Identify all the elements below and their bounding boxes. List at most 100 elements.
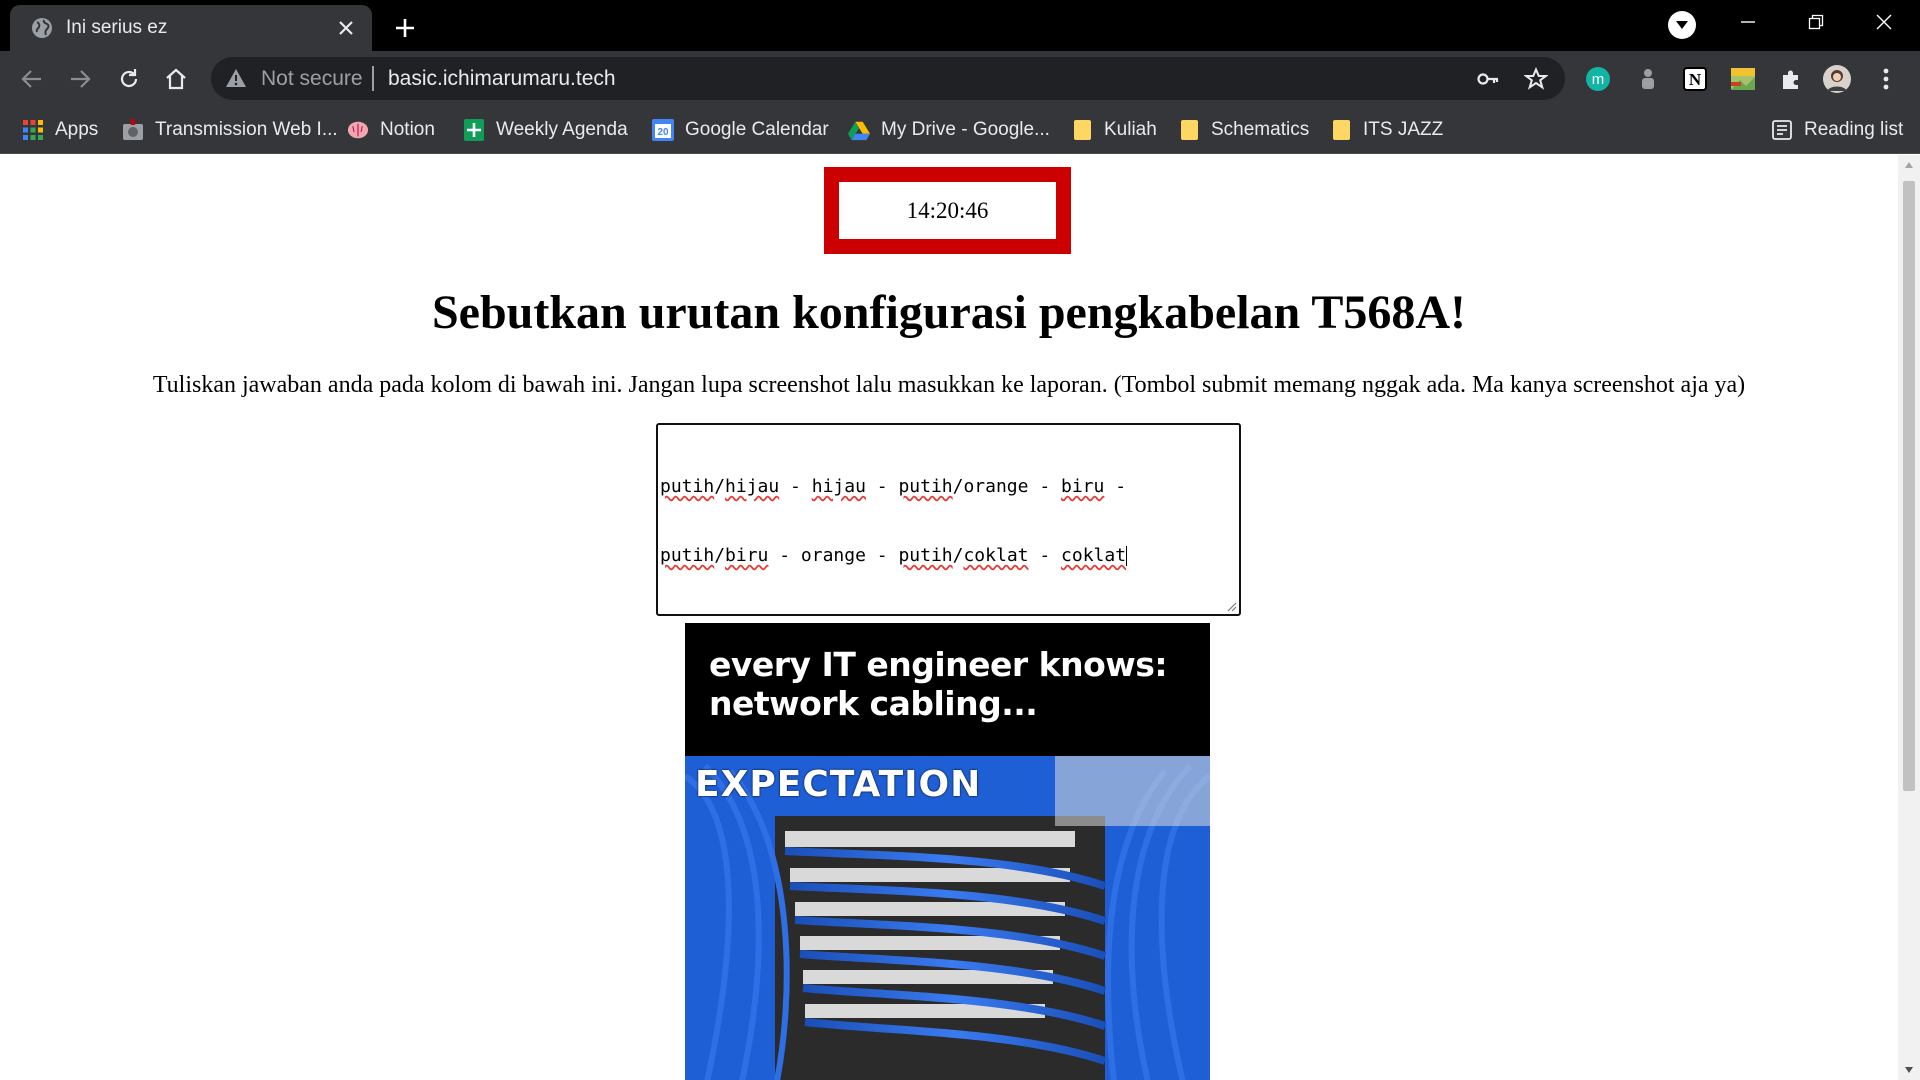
extension-m-icon: m <box>1586 67 1610 91</box>
reading-list-label: Reading list <box>1804 119 1904 140</box>
restore-button[interactable] <box>1782 0 1850 44</box>
bookmark-folder-its-jazz[interactable]: ITS JAZZ <box>1330 116 1443 144</box>
bookmark-label: ITS JAZZ <box>1363 119 1444 140</box>
calendar-icon: 20 <box>652 119 674 141</box>
puzzle-icon <box>1783 70 1798 89</box>
answer-text: - <box>865 476 899 497</box>
scroll-thumb[interactable] <box>1903 181 1915 791</box>
url-text[interactable]: basic.ichimarumaru.tech <box>388 67 616 91</box>
apps-grid-icon <box>22 119 44 141</box>
bookmark-folder-kuliah[interactable]: Kuliah <box>1071 116 1157 144</box>
scroll-down-button[interactable] <box>1898 1060 1920 1080</box>
bookmark-my-drive[interactable]: My Drive - Google... <box>848 116 1050 144</box>
notion-extension-button[interactable]: N <box>1680 64 1710 94</box>
triangle-down-icon <box>1905 1067 1913 1073</box>
meme-caption: every IT engineer knows: network cabling… <box>709 645 1199 723</box>
extensions-button[interactable] <box>1776 64 1806 94</box>
star-icon <box>1524 67 1548 90</box>
browser-toolbar: Not secure basic.ichimarumaru.tech m N <box>0 51 1920 107</box>
reload-button[interactable] <box>110 60 148 98</box>
address-bar[interactable]: Not secure basic.ichimarumaru.tech <box>211 57 1565 100</box>
bookmark-google-calendar[interactable]: 20 Google Calendar <box>652 116 829 144</box>
answer-text: /orange - <box>952 476 1061 497</box>
minimize-button[interactable] <box>1714 0 1782 44</box>
answer-text: / <box>952 545 964 566</box>
clock-time: 14:20:46 <box>906 197 989 223</box>
chrome-menu-button[interactable] <box>1871 64 1901 94</box>
tab-strip: Ini serius ez <box>0 0 1920 51</box>
meme-caption-line: every IT engineer knows: <box>709 645 1168 684</box>
svg-text:N: N <box>1689 70 1702 89</box>
extension-m-button[interactable]: m <box>1583 64 1613 94</box>
misspelled-word: putih <box>898 545 953 566</box>
bookmark-folder-schematics[interactable]: Schematics <box>1178 116 1309 144</box>
warning-icon[interactable] <box>225 67 247 89</box>
meme-image: every IT engineer knows: network cabling… <box>685 623 1210 1080</box>
bookmark-label: Notion <box>380 119 435 140</box>
password-key-button[interactable] <box>1475 66 1501 92</box>
meme-caption-line: network cabling... <box>709 684 1038 723</box>
arrow-left-icon <box>21 70 41 88</box>
notion-extension-icon: N <box>1683 67 1707 91</box>
address-separator <box>372 66 374 91</box>
clock-display: 14:20:46 <box>824 167 1071 254</box>
answer-textarea[interactable]: putih/hijau - hijau - putih/orange - bir… <box>656 423 1241 616</box>
answer-text: - orange - <box>768 545 899 566</box>
close-icon <box>1876 14 1892 30</box>
bookmark-weekly-agenda[interactable]: Weekly Agenda <box>463 116 628 144</box>
security-label[interactable]: Not secure <box>261 67 363 91</box>
meme-label: EXPECTATION <box>695 764 982 805</box>
extension-gray-button[interactable] <box>1633 64 1663 94</box>
folder-icon <box>1071 119 1093 141</box>
extension-gray-icon <box>1642 69 1654 89</box>
misspelled-word: biru <box>725 545 769 566</box>
more-vertical-icon <box>1883 68 1889 90</box>
new-tab-button[interactable] <box>388 11 422 45</box>
bookmark-star-button[interactable] <box>1523 66 1549 92</box>
misspelled-word: hijau <box>725 476 780 497</box>
page-title: Sebutkan urutan konfigurasi pengkabelan … <box>431 286 1467 339</box>
bookmark-label: My Drive - Google... <box>881 119 1050 140</box>
reload-icon <box>120 69 138 88</box>
scroll-up-button[interactable] <box>1898 155 1920 175</box>
home-button[interactable] <box>157 60 195 98</box>
triangle-up-icon <box>1905 162 1913 168</box>
misspelled-word: putih <box>898 476 953 497</box>
close-window-button[interactable] <box>1850 0 1918 44</box>
text-caret <box>1126 546 1128 566</box>
misspelled-word: biru <box>1061 476 1105 497</box>
bookmark-label: Kuliah <box>1104 119 1157 140</box>
answer-line: putih/biru - orange - putih/coklat - cok… <box>660 544 1237 567</box>
bookmark-label: Transmission Web I... <box>155 119 338 140</box>
answer-text: - <box>1028 545 1062 566</box>
key-icon <box>1477 73 1499 85</box>
bookmark-label: Google Calendar <box>685 119 829 140</box>
answer-text: / <box>714 545 726 566</box>
bookmark-apps[interactable]: Apps <box>22 116 98 144</box>
bookmark-transmission[interactable]: Transmission Web I... <box>122 116 338 144</box>
extension-image-button[interactable] <box>1728 64 1758 94</box>
avatar <box>1823 65 1851 93</box>
resize-handle-icon[interactable] <box>1225 600 1237 612</box>
bookmark-notion[interactable]: Notion <box>347 116 435 144</box>
brain-icon <box>347 119 369 141</box>
back-button[interactable] <box>13 60 51 98</box>
instructions-text: Tuliskan jawaban anda pada kolom di bawa… <box>152 372 1746 398</box>
drive-icon <box>848 119 870 141</box>
extension-image-icon <box>1731 68 1755 90</box>
vertical-scrollbar[interactable] <box>1898 155 1920 1080</box>
tab-close-button[interactable] <box>332 14 360 42</box>
tab-active[interactable]: Ini serius ez <box>10 5 372 51</box>
misspelled-word: coklat <box>963 545 1029 566</box>
tab-search-button[interactable] <box>1668 11 1696 39</box>
restore-icon <box>1808 14 1824 30</box>
sheets-icon <box>463 119 485 141</box>
plus-icon <box>396 19 414 37</box>
bookmark-label: Schematics <box>1211 119 1310 140</box>
forward-button[interactable] <box>61 60 99 98</box>
chevron-down-icon <box>1676 21 1688 29</box>
answer-text: - <box>1104 476 1127 497</box>
profile-button[interactable] <box>1822 64 1852 94</box>
reading-list-button[interactable]: Reading list <box>1771 116 1903 144</box>
globe-icon <box>32 18 52 38</box>
